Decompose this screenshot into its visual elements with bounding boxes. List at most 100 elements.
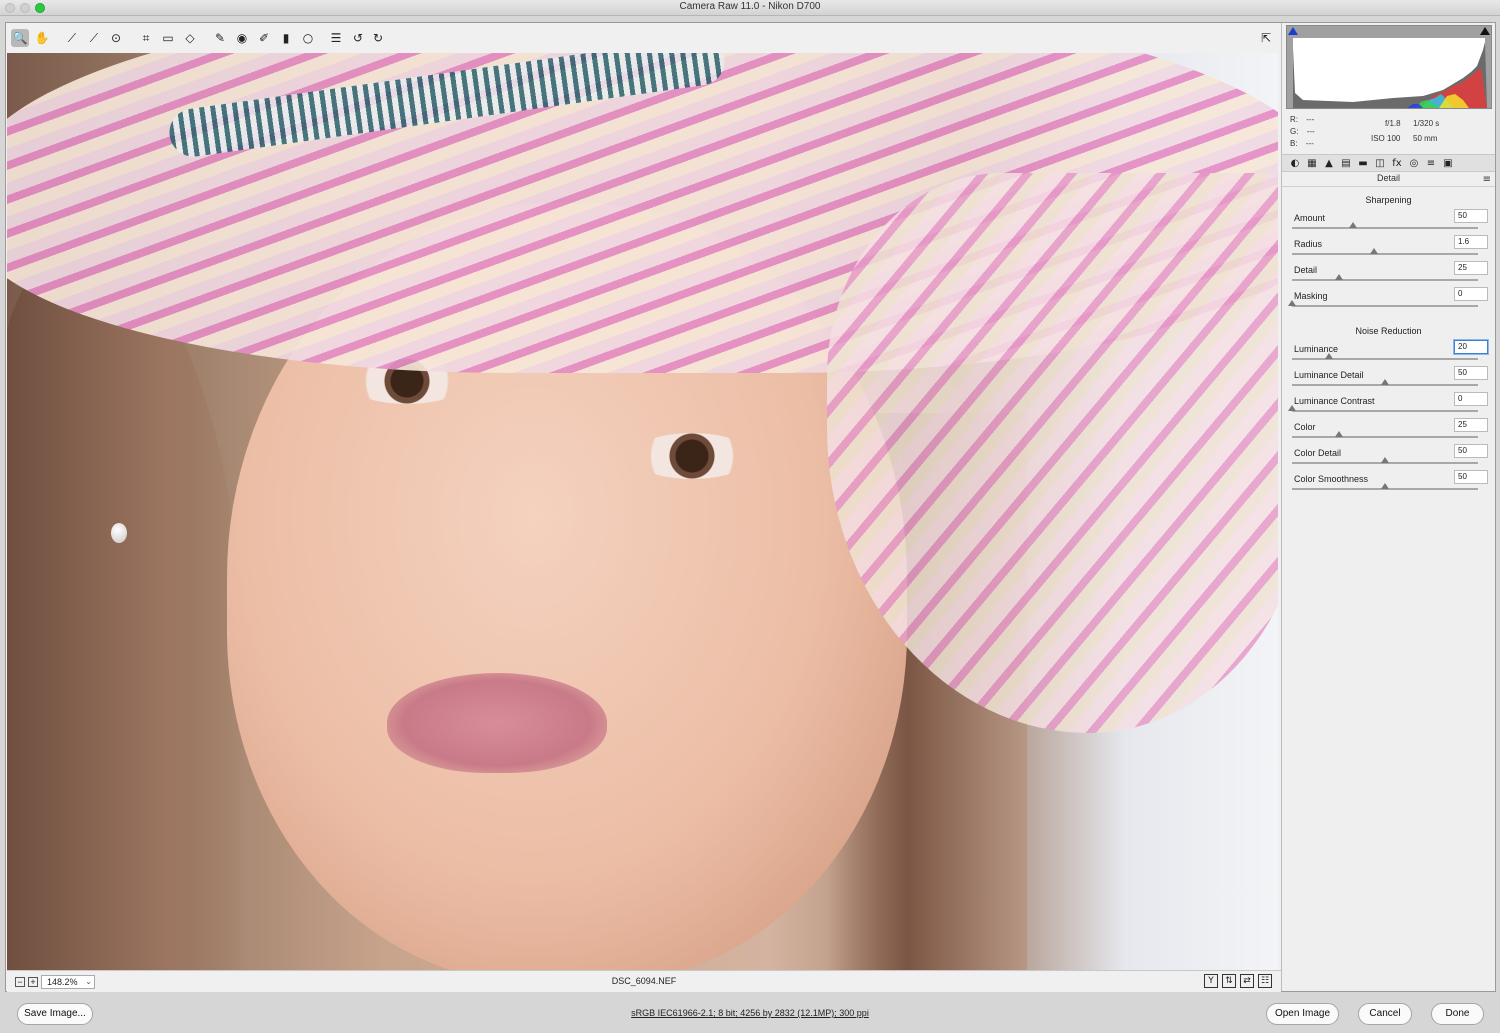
color-sampler-tool-icon[interactable]: ⟋ — [85, 29, 103, 47]
slider-value-field[interactable]: 0 — [1454, 287, 1488, 301]
transform-tool-icon[interactable]: ◇ — [181, 29, 199, 47]
toggle-settings-icon[interactable]: ☷ — [1258, 974, 1272, 988]
slider-value-field[interactable]: 50 — [1454, 209, 1488, 223]
open-image-button[interactable]: Open Image — [1266, 1003, 1339, 1025]
slider-label: Amount — [1294, 213, 1326, 223]
camera-raw-window: ⇱ 🔍 ✋ ⟋ ⟋ ⊙ ⌗ ▭ ◇ ✎ ◉ ✐ ▮ ○ ☰ ↺ ↻ − + 148.2% ⌄ DSC_6094… — [5, 22, 1496, 992]
slider-label: Luminance Detail — [1294, 370, 1364, 380]
tab-lens-corrections-icon[interactable]: ◫ — [1373, 157, 1387, 170]
slider-value-field[interactable]: 1.6 — [1454, 235, 1488, 249]
tab-detail-icon[interactable]: ▲ — [1322, 157, 1336, 170]
slider-track[interactable] — [1292, 305, 1478, 307]
hand-tool-icon[interactable]: ✋ — [33, 29, 51, 47]
title-bar: Camera Raw 11.0 - Nikon D700 — [0, 0, 1500, 16]
slider-label: Masking — [1294, 291, 1328, 301]
slider-label: Color Smoothness — [1294, 474, 1369, 484]
straighten-tool-icon[interactable]: ▭ — [159, 29, 177, 47]
preview-status-bar: − + 148.2% ⌄ DSC_6094.NEF Y ⇅ ⇄ ☷ — [7, 970, 1281, 992]
tab-effects-icon[interactable]: fx — [1390, 157, 1404, 170]
slider-track[interactable] — [1292, 253, 1478, 255]
cancel-button[interactable]: Cancel — [1358, 1003, 1412, 1025]
crop-tool-icon[interactable]: ⌗ — [137, 29, 155, 47]
tab-snapshots-icon[interactable]: ▣ — [1441, 157, 1455, 170]
slider-track[interactable] — [1292, 227, 1478, 229]
slider-value-field[interactable]: 50 — [1454, 470, 1488, 484]
slider-color: Color 25 — [1292, 418, 1488, 444]
tab-presets-icon[interactable]: ≡ — [1424, 157, 1438, 170]
r-label: R: — [1290, 115, 1298, 124]
zoom-tool-icon[interactable]: 🔍 — [11, 29, 29, 47]
tab-hsl-icon[interactable]: ▤ — [1339, 157, 1353, 170]
slider-thumb[interactable] — [1381, 457, 1389, 463]
swap-settings-icon[interactable]: ⇅ — [1222, 974, 1236, 988]
slider-track[interactable] — [1292, 358, 1478, 360]
slider-label: Detail — [1294, 265, 1318, 275]
slider-label: Radius — [1294, 239, 1323, 249]
spot-removal-tool-icon[interactable]: ✎ — [211, 29, 229, 47]
radial-filter-tool-icon[interactable]: ○ — [299, 29, 317, 47]
white-balance-tool-icon[interactable]: ⟋ — [63, 29, 81, 47]
workflow-options-text[interactable]: sRGB IEC61966-2.1; 8 bit; 4256 by 2832 (… — [631, 1008, 869, 1018]
graduated-filter-tool-icon[interactable]: ▮ — [277, 29, 295, 47]
before-after-y-icon[interactable]: Y — [1204, 974, 1218, 988]
highlight-clipping-warning-icon[interactable] — [1480, 27, 1490, 35]
slider-amount: Amount 50 — [1292, 209, 1488, 235]
slider-color-detail: Color Detail 50 — [1292, 444, 1488, 470]
slider-thumb[interactable] — [1288, 300, 1296, 306]
panel-title: Detail — [1282, 173, 1495, 187]
r-value: --- — [1306, 115, 1315, 124]
fullscreen-toggle-icon[interactable]: ⇱ — [1257, 29, 1275, 47]
done-button[interactable]: Done — [1431, 1003, 1484, 1025]
slider-label: Luminance Contrast — [1294, 396, 1375, 406]
slider-value-field[interactable]: 25 — [1454, 261, 1488, 275]
rotate-right-tool-icon[interactable]: ↻ — [369, 29, 387, 47]
targeted-adjustment-tool-icon[interactable]: ⊙ — [107, 29, 125, 47]
panel-menu-icon[interactable]: ≡ — [1483, 174, 1491, 185]
slider-value-field[interactable]: 50 — [1454, 366, 1488, 380]
g-value: --- — [1306, 127, 1315, 136]
rotate-left-tool-icon[interactable]: ↺ — [349, 29, 367, 47]
slider-luminance-contrast: Luminance Contrast 0 — [1288, 392, 1488, 418]
slider-thumb[interactable] — [1381, 379, 1389, 385]
slider-track[interactable] — [1292, 436, 1478, 438]
tab-split-toning-icon[interactable]: ▬ — [1356, 157, 1370, 170]
photo-region — [7, 253, 247, 970]
focal-length-value: 50 mm — [1413, 134, 1438, 143]
slider-thumb[interactable] — [1334, 274, 1343, 280]
window-title: Camera Raw 11.0 - Nikon D700 — [679, 1, 821, 12]
slider-luminance-detail: Luminance Detail 50 — [1292, 366, 1488, 392]
shadow-clipping-warning-icon[interactable] — [1288, 27, 1298, 35]
slider-thumb[interactable] — [1334, 431, 1343, 437]
tab-calibration-icon[interactable]: ◎ — [1407, 157, 1421, 170]
adjustment-panel: R: --- G: --- B: --- f/1.8 1/320 s ISO 1… — [1281, 23, 1495, 991]
slider-label: Color Detail — [1294, 448, 1342, 458]
slider-value-field[interactable]: 50 — [1454, 444, 1488, 458]
adjustment-brush-tool-icon[interactable]: ✐ — [255, 29, 273, 47]
slider-thumb[interactable] — [1381, 483, 1389, 489]
preferences-tool-icon[interactable]: ☰ — [327, 29, 345, 47]
slider-thumb[interactable] — [1369, 248, 1378, 254]
shutter-value: 1/320 s — [1413, 119, 1440, 128]
slider-track[interactable] — [1292, 279, 1478, 281]
image-preview[interactable] — [7, 53, 1278, 970]
red-eye-tool-icon[interactable]: ◉ — [233, 29, 251, 47]
copy-settings-icon[interactable]: ⇄ — [1240, 974, 1254, 988]
histogram-curve — [1293, 42, 1487, 108]
slider-value-field[interactable]: 25 — [1454, 418, 1488, 432]
slider-masking: Masking 0 — [1288, 287, 1488, 313]
aperture-value: f/1.8 — [1385, 119, 1401, 128]
sharpening-heading: Sharpening — [1365, 195, 1412, 205]
slider-label: Color — [1294, 422, 1316, 432]
slider-track[interactable] — [1292, 410, 1478, 412]
photo-region — [387, 673, 607, 773]
slider-color-smoothness: Color Smoothness 50 — [1292, 470, 1488, 496]
slider-value-field[interactable]: 0 — [1454, 392, 1488, 406]
pixel-readout: R: --- G: --- B: --- f/1.8 1/320 s ISO 1… — [1286, 113, 1492, 148]
slider-thumb[interactable] — [1325, 353, 1334, 359]
slider-thumb[interactable] — [1349, 222, 1358, 228]
slider-value-field[interactable]: 20 — [1454, 340, 1488, 354]
tab-tone-curve-icon[interactable]: ▦ — [1305, 157, 1319, 170]
slider-thumb[interactable] — [1288, 405, 1296, 411]
photo-region — [111, 523, 127, 543]
tab-basic-icon[interactable]: ◐ — [1288, 157, 1302, 170]
